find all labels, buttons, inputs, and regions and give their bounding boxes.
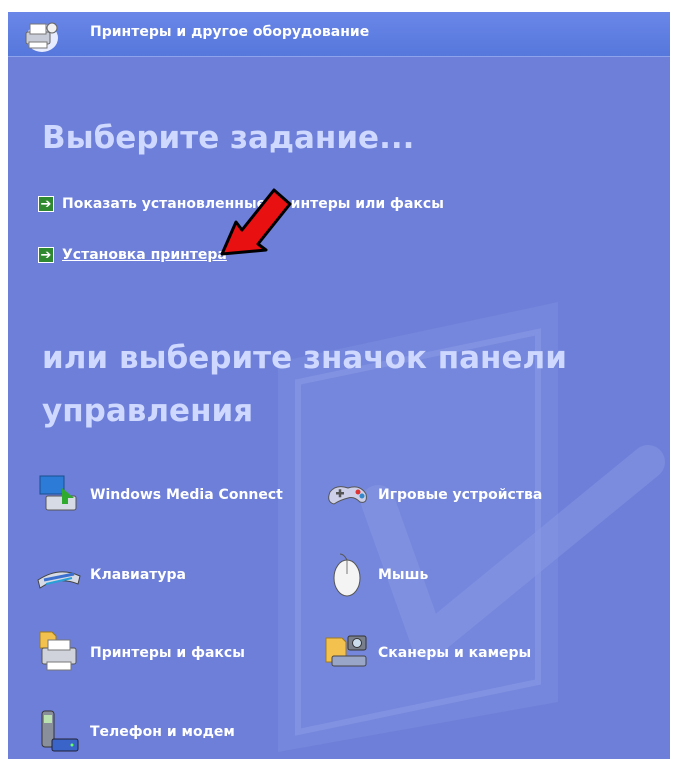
header-bar: Принтеры и другое оборудование — [8, 12, 670, 57]
cp-label: Мышь — [378, 567, 429, 583]
cp-label: Игровые устройства — [378, 487, 543, 503]
printer-header-icon — [25, 22, 58, 52]
cp-mouse[interactable]: Мышь — [322, 550, 428, 600]
printer-fax-icon — [39, 631, 77, 671]
mouse-icon — [333, 553, 361, 597]
cp-windows-media-connect[interactable]: Windows Media Connect — [34, 470, 283, 520]
cp-keyboard[interactable]: Клавиатура — [34, 550, 186, 600]
cp-phone-and-modem[interactable]: Телефон и модем — [34, 707, 235, 757]
cp-label: Windows Media Connect — [90, 487, 283, 503]
green-arrow-icon: ➔ — [38, 196, 54, 212]
gamepad-icon — [328, 486, 367, 505]
cp-label: Принтеры и факсы — [90, 645, 245, 661]
cp-label: Сканеры и камеры — [378, 645, 532, 661]
category-panel: Принтеры и другое оборудование Выберите … — [8, 12, 670, 759]
cp-scanners-and-cameras[interactable]: Сканеры и камеры — [322, 628, 531, 678]
header-title: Принтеры и другое оборудование — [90, 24, 370, 40]
keyboard-icon — [37, 571, 81, 589]
task-label: Установка принтера — [62, 247, 227, 263]
pick-task-heading: Выберите задание... — [42, 120, 415, 156]
scanner-camera-icon — [325, 635, 367, 667]
media-connect-icon — [39, 475, 77, 511]
cp-printers-and-faxes[interactable]: Принтеры и факсы — [34, 628, 245, 678]
task-add-printer-link[interactable]: ➔ Установка принтера — [38, 245, 227, 265]
green-arrow-icon: ➔ — [38, 247, 54, 263]
phone-modem-icon — [41, 710, 79, 752]
cp-label: Телефон и модем — [90, 724, 235, 740]
control-panel-heading: или выберите значок панели управления — [42, 340, 567, 429]
cp-label: Клавиатура — [90, 567, 186, 583]
cp-game-controllers[interactable]: Игровые устройства — [322, 470, 542, 520]
red-annotation-arrow-icon — [220, 188, 292, 256]
